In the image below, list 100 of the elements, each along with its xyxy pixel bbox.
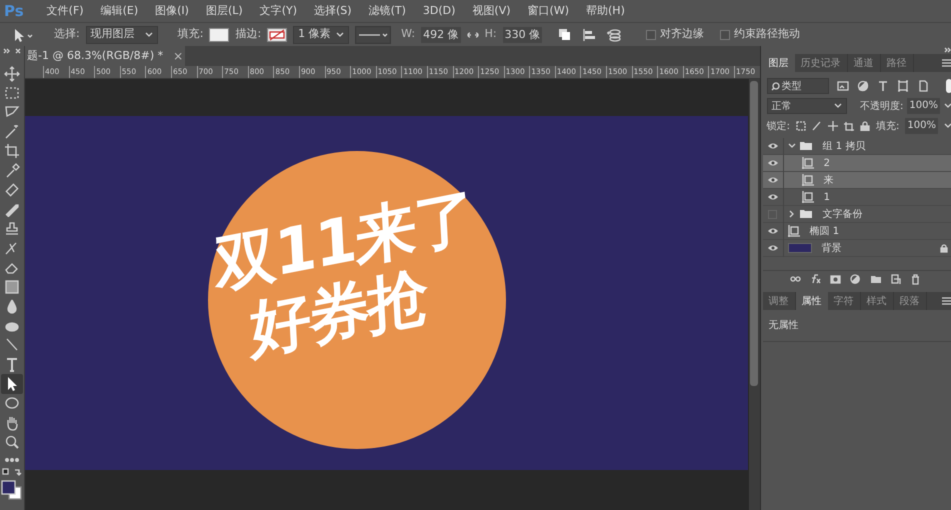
folder-icon [798,209,813,219]
smart-object-filter-icon[interactable] [916,80,929,92]
panel-menu-icon[interactable] [940,296,951,306]
layer-row[interactable]: 1 [762,189,951,206]
layer-name: 文字备份 [822,208,863,222]
layer-row[interactable]: 来 [762,172,951,189]
adjustment-filter-icon[interactable] [856,80,869,92]
checkbox[interactable] [646,30,656,40]
filter-toggle[interactable] [946,79,951,93]
lock-icon[interactable] [860,121,870,131]
close-icon[interactable]: × [173,47,184,65]
swap-colors-icon[interactable] [1,468,23,478]
gradient-icon[interactable] [4,278,20,295]
eye-icon[interactable] [766,227,779,235]
link-icon[interactable] [466,30,479,40]
filter-dropdown[interactable]: 类型 [766,78,829,94]
shape-filter-icon[interactable] [896,80,909,92]
caret-icon[interactable] [788,210,796,218]
layer-select-dropdown[interactable]: 现用图层 [86,26,158,44]
lock-brush-icon[interactable] [812,121,822,131]
checkbox-label: 对齐边缘 [660,26,704,42]
type-filter-icon[interactable] [876,80,889,92]
menu-item[interactable]: 文件(F) [46,2,84,20]
stroke-width-dropdown[interactable]: 1 像素 [293,26,350,44]
lock-position-icon[interactable] [828,121,838,131]
properties-message: 无属性 [762,310,951,342]
width-field[interactable]: 492 像 [421,26,461,42]
stroke-swatch-icon[interactable] [267,28,288,42]
adjustment-icon[interactable] [850,274,861,285]
eye-icon[interactable] [766,159,779,167]
type-icon[interactable] [4,356,20,373]
menu-item[interactable]: 选择(S) [314,2,352,20]
new-layer-icon[interactable] [890,274,901,285]
height-field[interactable]: 330 像 [502,26,542,42]
lock-artboard-icon[interactable] [844,121,854,131]
lock-pixels-icon[interactable] [796,121,806,131]
caret-icon [944,103,951,109]
shape-layer-icon [802,174,814,186]
panel-tab[interactable]: 字符 [828,292,861,310]
crop-icon[interactable] [4,143,20,160]
blend-mode-dropdown[interactable]: 正常 [766,98,847,114]
ellipse-icon[interactable] [4,395,20,412]
menu-item[interactable]: 图像(I) [155,2,189,20]
marquee-icon[interactable] [4,85,20,102]
panel-tab[interactable]: 路径 [880,54,914,72]
layer-row[interactable]: 2 [762,155,951,172]
eye-icon[interactable] [766,176,779,184]
menu-item[interactable]: 图层(L) [206,2,243,20]
menu-item[interactable]: 视图(V) [472,2,511,20]
eyedropper-icon[interactable] [4,162,20,179]
panel-tab[interactable]: 通道 [848,54,881,72]
select-label: 选择: [54,26,80,42]
magic-wand-icon[interactable] [4,124,20,140]
layer-row[interactable]: 椭圆 1 [762,223,951,240]
app-logo: Ps [4,0,24,22]
opacity-field[interactable]: 100% [907,98,940,114]
move-icon[interactable] [4,66,20,82]
align-icon[interactable] [582,28,596,42]
panel-menu-icon[interactable] [940,58,951,68]
eye-icon[interactable] [766,244,779,252]
shape-layer-icon [802,157,814,169]
layer-name: 组 1 拷贝 [822,140,866,154]
layer-row[interactable]: 文字备份 [762,206,951,223]
folder-icon[interactable] [870,274,881,285]
eye-icon[interactable] [766,142,779,150]
eye-icon[interactable] [766,193,779,201]
more-tools-icon[interactable] [4,456,20,464]
expand-panel-icon[interactable] [944,46,951,54]
menu-item[interactable]: 编辑(E) [100,2,138,20]
panel-tab[interactable]: 历史记录 [794,54,848,72]
color-swatches-icon[interactable] [1,480,23,500]
trash-icon[interactable] [910,274,921,285]
caret-icon[interactable] [788,142,796,150]
panel-tab[interactable]: 段落 [894,292,927,310]
checkbox[interactable] [720,30,730,40]
stamp-icon[interactable] [4,220,20,237]
fill-swatch[interactable] [209,28,230,42]
line-style-dropdown[interactable] [355,26,392,44]
shape-layer-icon [788,225,800,237]
panel-tab[interactable]: 样式 [860,292,894,310]
path-operations-icon[interactable] [558,28,572,42]
fill-label: 填充: [876,120,900,134]
layer-row[interactable]: 组 1 拷贝 [762,138,951,155]
layer-name: 椭圆 1 [810,224,840,238]
panel-tab[interactable]: 图层 [762,54,795,72]
document-tab[interactable]: 题-1 @ 68.3%(RGB/8#) * × [25,46,186,66]
fx-icon[interactable] [810,274,821,285]
menu-item[interactable]: 3D(D) [422,2,456,20]
menu-item[interactable]: 滤镜(T) [368,2,406,20]
menu-item[interactable]: 文字(Y) [260,2,297,20]
arrange-stack-icon[interactable] [606,28,622,42]
layer-row[interactable]: 背景 [762,240,951,257]
menu-item[interactable]: 窗口(W) [528,2,569,20]
scrollbar-thumb[interactable] [750,81,758,386]
mask-icon[interactable] [830,274,841,285]
image-filter-icon[interactable] [836,80,849,92]
fill-field[interactable]: 100% [905,118,938,134]
panel-tab[interactable]: 属性 [796,292,828,310]
zoom-icon[interactable] [4,434,20,450]
menu-item[interactable]: 帮助(H) [586,2,625,20]
